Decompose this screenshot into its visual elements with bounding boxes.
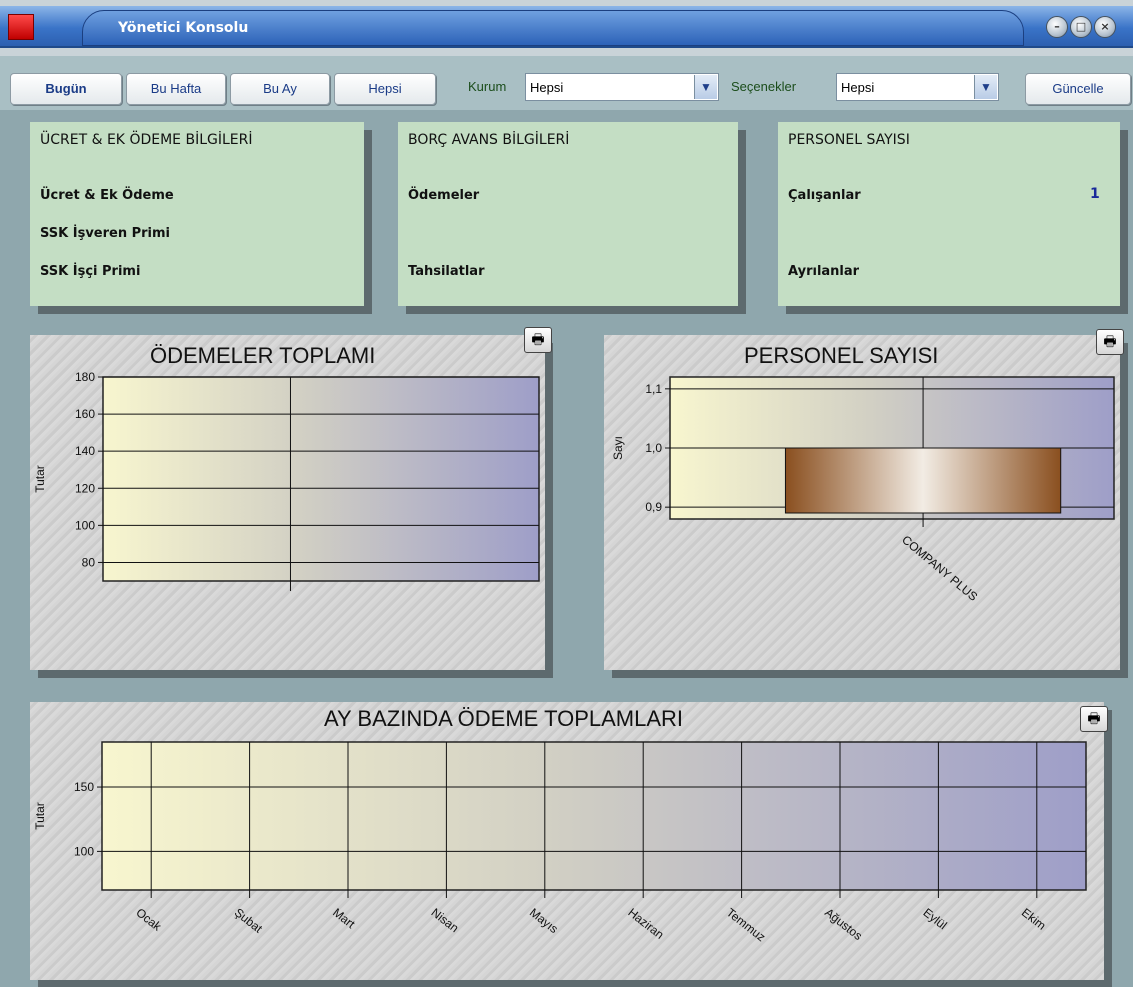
app-icon[interactable] (8, 14, 34, 40)
row-odemeler: Ödemeler (408, 188, 480, 203)
chart-panel-aylik: AY BAZINDA ÖDEME TOPLAMLARI 🖶 100 150 Tuta… (30, 702, 1108, 980)
y-tick-label: 80 (82, 555, 96, 569)
x-tick-label: Mayıs (527, 905, 561, 936)
card-title: BORÇ AVANS BİLGİLERİ (408, 132, 570, 148)
row-ayrilanlar: Ayrılanlar (788, 264, 860, 279)
row-ssk-isci: SSK İşçi Primi (40, 264, 141, 279)
row-tahsilatlar: Tahsilatlar (408, 264, 485, 279)
today-button[interactable]: Bugün (10, 73, 122, 105)
kurum-label: Kurum (468, 79, 507, 94)
close-icon[interactable]: × (1094, 16, 1116, 38)
x-tick-label: Temmuz (724, 905, 768, 944)
y-tick-label: 160 (75, 407, 95, 421)
refresh-button[interactable]: Güncelle (1025, 73, 1131, 105)
toolbar: Bugün Bu Hafta Bu Ay Hepsi Kurum Hepsi ▼… (0, 56, 1133, 110)
y-tick-label: 140 (75, 444, 95, 458)
y-axis-label: Tutar (33, 802, 47, 830)
maximize-icon[interactable]: □ (1070, 16, 1092, 38)
y-tick-label: 0,9 (645, 500, 662, 514)
card-title: ÜCRET & EK ÖDEME BİLGİLERİ (40, 132, 253, 148)
y-tick-label: 180 (75, 370, 95, 384)
x-tick-label: Eylül (921, 905, 950, 932)
x-tick-label: Ağustos (822, 905, 865, 943)
y-axis-label: Sayı (611, 436, 625, 460)
title-bar: Yönetici Konsolu – □ × (0, 0, 1133, 56)
chart-aylik: 100 150 Tutar Ocak Şubat Mart Nisan Mayıs Hazira… (33, 741, 1087, 944)
x-tick-label: Ocak (133, 905, 164, 934)
all-button[interactable]: Hepsi (334, 73, 436, 105)
this-week-button[interactable]: Bu Hafta (126, 73, 226, 105)
plot-area (102, 376, 540, 582)
y-axis-label: Tutar (33, 465, 47, 493)
y-tick-label: 150 (74, 780, 94, 794)
y-tick-label: 1,0 (645, 441, 662, 455)
this-month-button[interactable]: Bu Ay (230, 73, 330, 105)
x-tick-label: Mart (330, 905, 358, 931)
bar (784, 447, 1062, 514)
calisanlar-value: 1 (1090, 186, 1100, 202)
x-tick-label: Nisan (429, 905, 462, 935)
chevron-down-icon[interactable]: ▼ (694, 75, 717, 99)
x-tick-label: Ekim (1019, 905, 1049, 932)
chart-panel-personel: PERSONEL SAYISI 🖶 0,9 1,0 1,1 Sayı COMPANY P… (604, 329, 1124, 670)
chevron-down-icon[interactable]: ▼ (974, 75, 997, 99)
kurum-value: Hepsi (530, 80, 564, 95)
row-ucret-ek-odeme: Ücret & Ek Ödeme (40, 188, 174, 203)
options-select[interactable]: Hepsi ▼ (836, 73, 999, 101)
y-tick-label: 100 (75, 518, 95, 532)
x-tick-label: COMPANY PLUS (899, 533, 980, 604)
card-title: PERSONEL SAYISI (788, 132, 910, 148)
card-borc: BORÇ AVANS BİLGİLERİ Ödemeler Tahsilatla… (398, 122, 738, 306)
kurum-select[interactable]: Hepsi ▼ (525, 73, 719, 101)
card-ucret: ÜCRET & EK ÖDEME BİLGİLERİ Ücret & Ek Öd… (30, 122, 364, 306)
row-ssk-isveren: SSK İşveren Primi (40, 226, 171, 241)
y-tick-label: 100 (74, 844, 94, 858)
card-personel: PERSONEL SAYISI Çalışanlar 1 Ayrılanlar (778, 122, 1120, 306)
x-tick-label: Şubat (232, 905, 266, 936)
options-value: Hepsi (841, 80, 875, 95)
chart-personel: 0,9 1,0 1,1 Sayı COMPANY PLUS (611, 376, 1115, 604)
row-calisanlar: Çalışanlar (788, 188, 861, 203)
minimize-icon[interactable]: – (1046, 16, 1068, 38)
x-tick-label: Haziran (625, 905, 666, 941)
chart-panel-odemeler: ÖDEMELER TOPLAMI 🖶 80 100 120 140 160 180 Tuta… (30, 327, 552, 670)
y-tick-label: 1,1 (645, 382, 662, 396)
options-label: Seçenekler (731, 79, 797, 94)
chart-odemeler: 80 100 120 140 160 180 Tutar (33, 370, 540, 591)
y-tick-label: 120 (75, 481, 95, 495)
window-title: Yönetici Konsolu (118, 20, 249, 36)
